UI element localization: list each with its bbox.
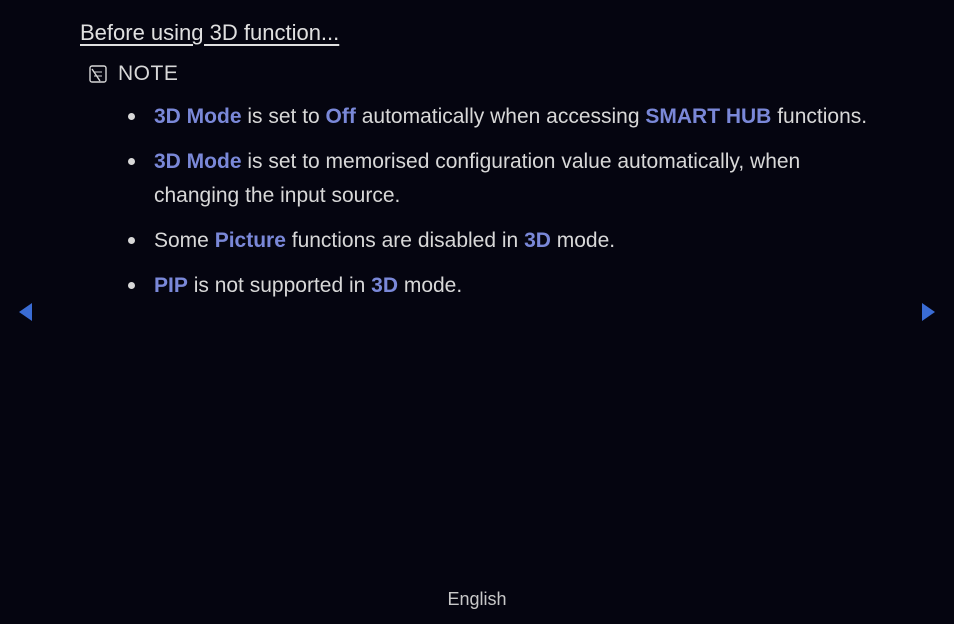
- nav-prev-button[interactable]: [14, 300, 38, 324]
- body-text: functions are disabled in: [286, 229, 524, 252]
- footer-language: English: [0, 589, 954, 610]
- body-text: is set to memorised configuration value …: [154, 150, 800, 208]
- highlight-term: SMART HUB: [645, 105, 771, 128]
- triangle-right-icon: [919, 301, 937, 323]
- highlight-term: 3D Mode: [154, 105, 242, 128]
- body-text: mode.: [398, 274, 462, 297]
- section-heading: Before using 3D function...: [80, 20, 874, 46]
- body-text: automatically when accessing: [356, 105, 645, 128]
- highlight-term: Picture: [215, 229, 286, 252]
- list-item: Some Picture functions are disabled in 3…: [128, 224, 874, 259]
- list-item: 3D Mode is set to Off automatically when…: [128, 100, 874, 135]
- note-icon: [88, 64, 108, 84]
- body-text: mode.: [551, 229, 615, 252]
- highlight-term: 3D: [524, 229, 551, 252]
- body-text: functions.: [771, 105, 867, 128]
- highlight-term: PIP: [154, 274, 188, 297]
- body-text: Some: [154, 229, 215, 252]
- nav-next-button[interactable]: [916, 300, 940, 324]
- triangle-left-icon: [17, 301, 35, 323]
- highlight-term: 3D Mode: [154, 150, 242, 173]
- body-text: is not supported in: [188, 274, 371, 297]
- list-item: PIP is not supported in 3D mode.: [128, 269, 874, 304]
- note-row: NOTE: [88, 62, 874, 86]
- body-text: is set to: [242, 105, 326, 128]
- note-label: NOTE: [118, 62, 178, 86]
- bullet-list: 3D Mode is set to Off automatically when…: [128, 100, 874, 303]
- highlight-term: Off: [326, 105, 356, 128]
- highlight-term: 3D: [371, 274, 398, 297]
- list-item: 3D Mode is set to memorised configuratio…: [128, 145, 874, 214]
